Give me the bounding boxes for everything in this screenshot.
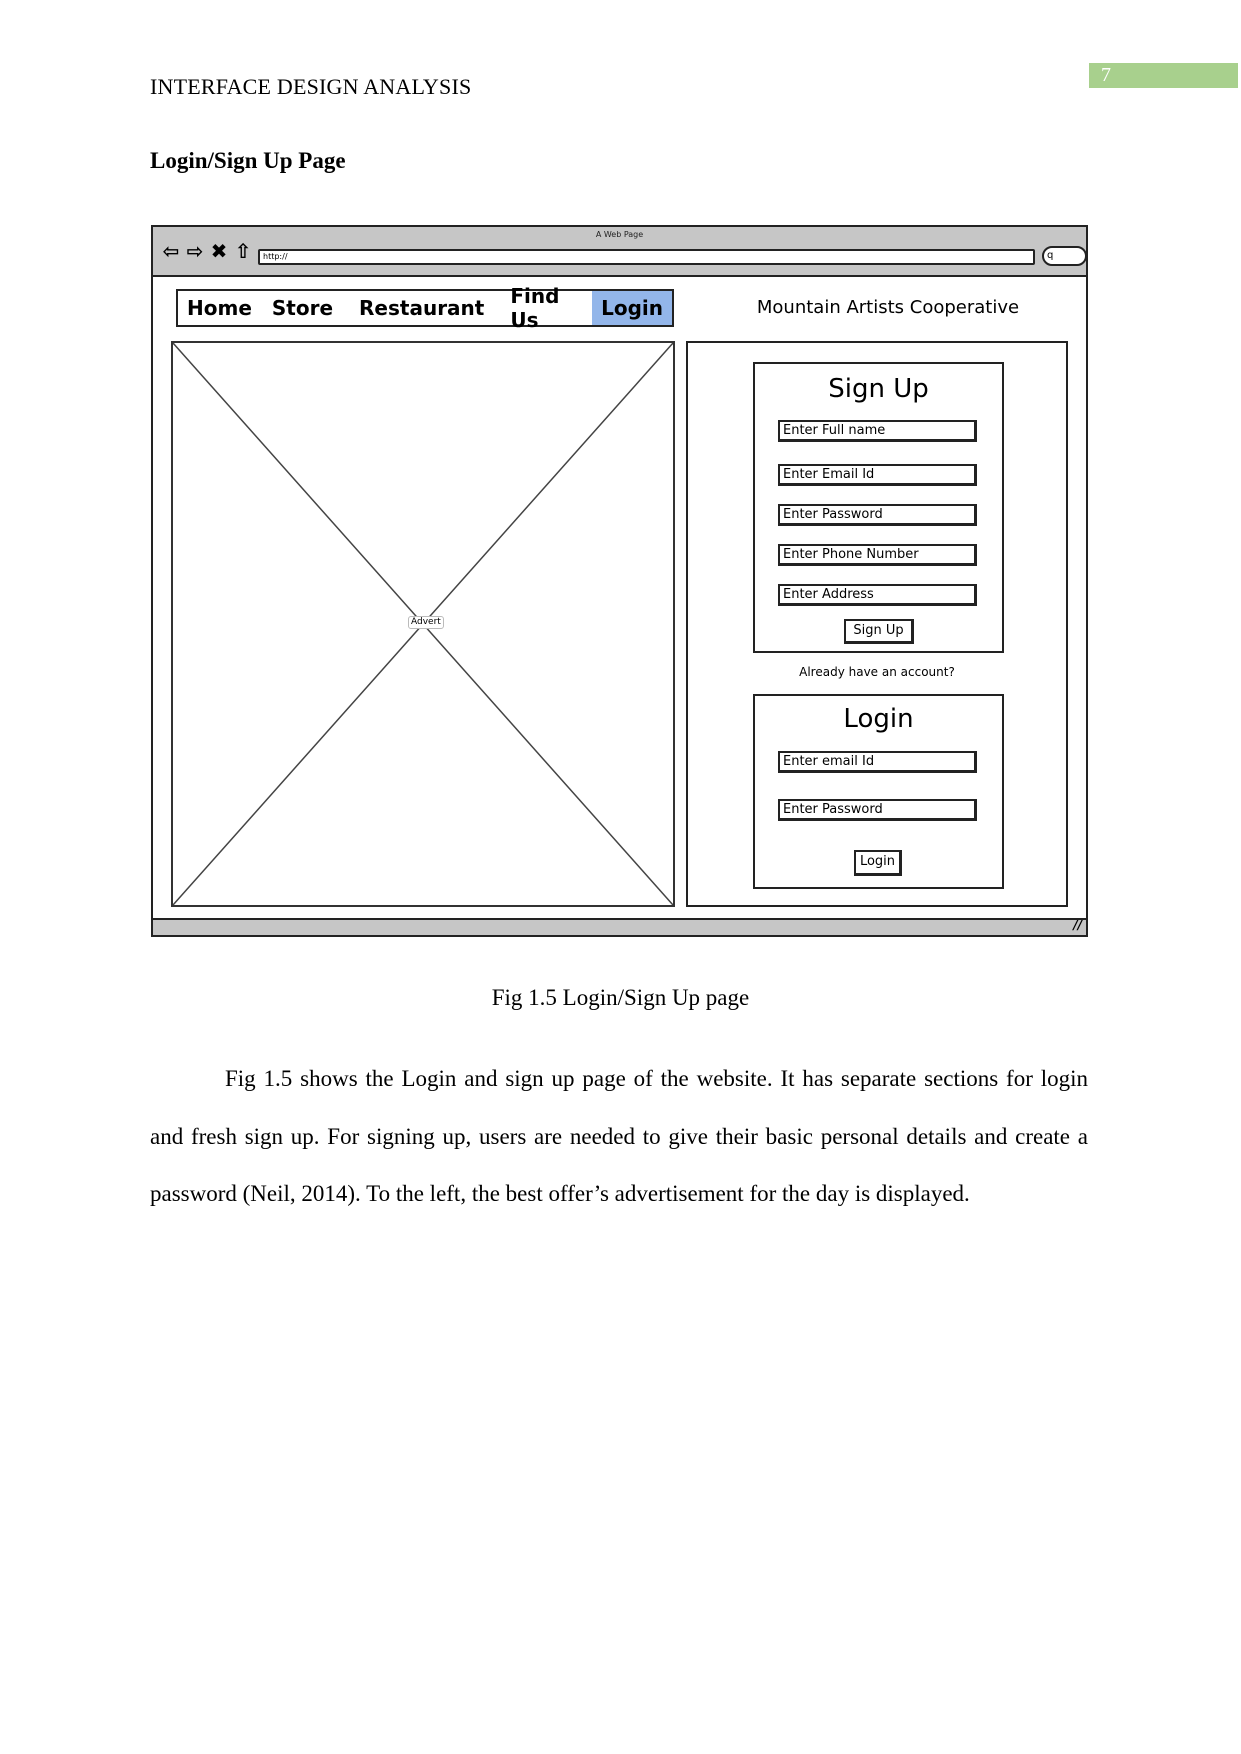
menu-item-find-us[interactable]: Find Us <box>501 284 592 332</box>
signup-form: Sign Up Enter Full name Enter Email Id E… <box>753 362 1004 653</box>
back-icon[interactable]: ⇦ <box>161 241 181 261</box>
menu-item-login[interactable]: Login <box>592 291 672 325</box>
login-form: Login Enter email Id Enter Password Logi… <box>753 694 1004 889</box>
browser-statusbar: // <box>153 918 1086 935</box>
login-email-field[interactable]: Enter email Id <box>778 751 977 773</box>
phone-field[interactable]: Enter Phone Number <box>778 544 977 566</box>
page-number: 7 <box>1089 63 1238 88</box>
site-menu: Home Store Restaurant Find Us Login <box>176 284 674 332</box>
email-field[interactable]: Enter Email Id <box>778 464 977 486</box>
advert-placeholder: Advert <box>171 341 675 907</box>
address-field[interactable]: Enter Address <box>778 584 977 606</box>
wireframe-browser-window: A Web Page ⇦ ⇨ ✖ ⇧ http:// q Home Store … <box>151 225 1088 937</box>
body-paragraph: Fig 1.5 shows the Login and sign up page… <box>150 1066 1088 1206</box>
home-icon[interactable]: ⇧ <box>233 241 253 261</box>
signup-button[interactable]: Sign Up <box>844 619 914 644</box>
menu-item-restaurant[interactable]: Restaurant <box>350 291 493 325</box>
resize-handle-icon[interactable]: // <box>1073 918 1082 932</box>
menu-item-store[interactable]: Store <box>263 291 342 325</box>
figure-caption: Fig 1.5 Login/Sign Up page <box>491 985 750 1010</box>
menu-item-home[interactable]: Home <box>178 291 261 325</box>
login-password-field[interactable]: Enter Password <box>778 799 977 821</box>
browser-nav-buttons: ⇦ ⇨ ✖ ⇧ <box>161 241 253 261</box>
account-panel: Sign Up Enter Full name Enter Email Id E… <box>686 341 1068 907</box>
stop-icon[interactable]: ✖ <box>209 241 229 261</box>
running-head: INTERFACE DESIGN ANALYSIS <box>150 74 472 99</box>
already-have-account-text: Already have an account? <box>799 665 955 679</box>
browser-titlebar: A Web Page ⇦ ⇨ ✖ ⇧ http:// q <box>153 227 1087 277</box>
password-field[interactable]: Enter Password <box>778 504 977 526</box>
advert-label: Advert <box>408 616 444 629</box>
site-title: Mountain Artists Cooperative <box>756 297 1020 318</box>
login-title: Login <box>843 704 914 734</box>
search-icon[interactable]: q <box>1042 246 1087 266</box>
full-name-field[interactable]: Enter Full name <box>778 420 977 442</box>
login-button[interactable]: Login <box>854 850 902 876</box>
section-heading: Login/Sign Up Page <box>150 148 346 173</box>
signup-title: Sign Up <box>828 374 929 404</box>
url-bar[interactable]: http:// <box>258 249 1035 265</box>
forward-icon[interactable]: ⇨ <box>185 241 205 261</box>
window-title: A Web Page <box>595 230 644 239</box>
